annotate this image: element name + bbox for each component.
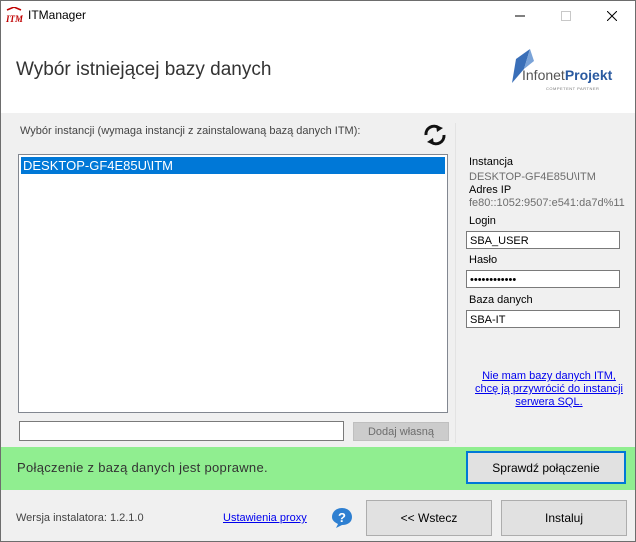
database-field[interactable]: SBA-IT xyxy=(466,310,620,328)
database-label: Baza danych xyxy=(469,294,533,306)
logo-text: InfonetProjekt xyxy=(522,67,613,83)
close-icon xyxy=(607,10,617,21)
instance-listbox[interactable]: DESKTOP-GF4E85U\ITM xyxy=(18,154,448,413)
help-icon[interactable]: ? xyxy=(330,506,354,530)
login-field[interactable]: SBA_USER xyxy=(466,231,620,249)
installer-window: ITM ITManager Wybór istniejącej bazy dan… xyxy=(0,0,636,542)
proxy-settings-link[interactable]: Ustawienia proxy xyxy=(223,512,307,524)
ip-address-label: Adres IP xyxy=(469,184,512,196)
instance-list-label: Wybór instancji (wymaga instancji z zain… xyxy=(20,125,361,137)
close-button[interactable] xyxy=(589,1,635,30)
check-connection-button[interactable]: Sprawdź połączenie xyxy=(466,451,626,484)
password-label: Hasło xyxy=(469,254,498,266)
custom-instance-input[interactable] xyxy=(19,421,344,441)
install-button[interactable]: Instaluj xyxy=(501,500,627,536)
ip-address-value: fe80::1052:9507:e541:da7d%11 xyxy=(469,197,625,209)
page-title: Wybór istniejącej bazy danych xyxy=(16,59,272,80)
installer-version: Wersja instalatora: 1.2.1.0 xyxy=(16,512,144,524)
back-button[interactable]: << Wstecz xyxy=(366,500,492,536)
instance-detail-value: DESKTOP-GF4E85U\ITM xyxy=(469,171,596,183)
login-label: Login xyxy=(469,215,496,227)
page-header: Wybór istniejącej bazy danych InfonetPro… xyxy=(1,30,635,113)
password-field[interactable]: •••••••••••• xyxy=(466,270,620,288)
window-title: ITManager xyxy=(28,8,87,22)
instance-list-item[interactable]: DESKTOP-GF4E85U\ITM xyxy=(21,157,445,174)
restore-database-link[interactable]: Nie mam bazy danych ITM, chcę ją przywró… xyxy=(471,370,627,409)
itm-app-icon: ITM xyxy=(5,7,23,24)
minimize-button[interactable] xyxy=(497,1,543,30)
refresh-icon[interactable] xyxy=(422,122,448,148)
maximize-button xyxy=(543,1,589,30)
add-custom-instance-button: Dodaj własną xyxy=(353,422,449,441)
svg-text:ITM: ITM xyxy=(5,14,23,24)
instance-detail-label: Instancja xyxy=(469,156,514,168)
logo-subtitle: COMPETENT PARTNER xyxy=(546,86,600,91)
title-bar: ITM ITManager xyxy=(1,1,635,30)
connection-status-message: Połączenie z bazą danych jest poprawne. xyxy=(17,460,268,475)
minimize-icon xyxy=(515,15,525,16)
maximize-icon xyxy=(561,10,571,21)
panel-divider xyxy=(455,123,456,443)
svg-text:?: ? xyxy=(338,510,346,525)
infonet-projekt-logo: InfonetProjekt COMPETENT PARTNER xyxy=(506,47,612,105)
